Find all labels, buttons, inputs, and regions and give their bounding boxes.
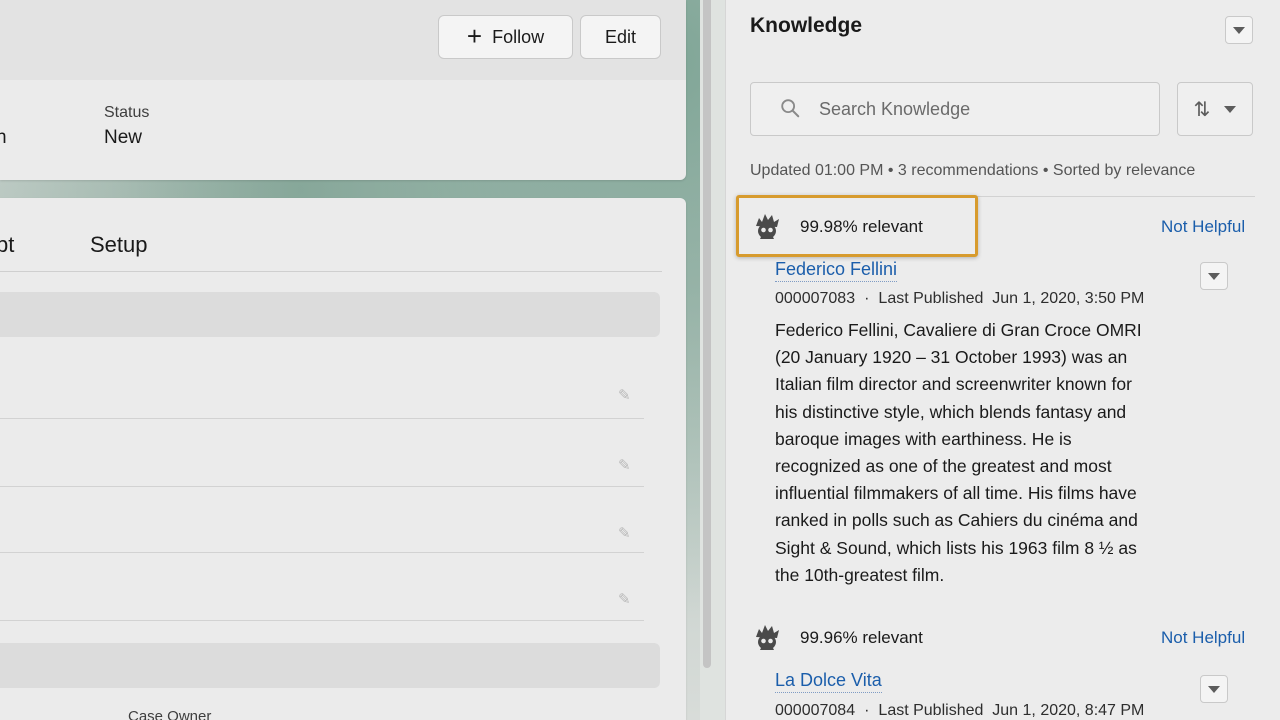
search-box[interactable] — [750, 82, 1160, 136]
sort-button[interactable]: ⇅ — [1177, 82, 1253, 136]
article-summary: Federico Fellini, Cavaliere di Gran Croc… — [775, 317, 1195, 589]
article-menu-button[interactable] — [1200, 675, 1228, 703]
published-label: Last Published — [878, 702, 984, 719]
edit-button[interactable]: Edit — [580, 15, 661, 59]
knowledge-menu-button[interactable] — [1225, 16, 1253, 44]
summary-line: Sight & Sound, which lists his 1963 film… — [775, 537, 1137, 558]
record-header: + Follow Edit n Status New — [0, 0, 686, 180]
einstein-bot-icon — [756, 214, 779, 239]
field-divider — [0, 552, 644, 553]
plus-icon: + — [466, 21, 483, 51]
article-menu-button[interactable] — [1200, 262, 1228, 290]
published-date: Jun 1, 2020, 8:47 PM — [992, 702, 1145, 719]
summary-line: Italian film director and screenwriter k… — [775, 374, 1132, 395]
relevance-score: 99.96% relevant — [800, 628, 923, 647]
follow-button[interactable]: + Follow — [438, 15, 573, 59]
edit-pencil-icon[interactable]: ✎ — [618, 524, 636, 542]
chevron-down-icon — [1224, 105, 1237, 113]
section-header[interactable] — [0, 292, 660, 337]
published-label: Last Published — [878, 290, 984, 307]
record-detail-card: pt Setup ✎ ✎ ✎ ✎ Case Owner — [0, 198, 686, 720]
field-divider — [0, 486, 644, 487]
article-number: 000007083 — [775, 290, 856, 307]
knowledge-panel: Knowledge ⇅ Updated 01:00 PM • 3 recomme… — [725, 0, 1280, 720]
field-divider — [0, 620, 644, 621]
summary-line: the 10th-greatest film. — [775, 564, 945, 585]
case-owner-label: Case Owner — [128, 708, 212, 720]
article-meta: 000007084 · Last Published Jun 1, 2020, 8:… — [775, 702, 1145, 719]
section-header[interactable] — [0, 643, 660, 688]
highlight-field-value-partial: n — [0, 127, 7, 148]
chevron-down-icon — [1208, 685, 1220, 693]
article-title-link[interactable]: Federico Fellini — [775, 259, 898, 282]
edit-pencil-icon[interactable]: ✎ — [618, 456, 636, 474]
not-helpful-link[interactable]: Not Helpful — [1161, 628, 1245, 648]
relevance-row: 99.96% relevant — [750, 608, 923, 668]
einstein-bot-icon — [756, 625, 779, 650]
summary-line: recognized as one of the greatest and mo… — [775, 456, 1112, 477]
edit-pencil-icon[interactable]: ✎ — [618, 386, 636, 404]
search-input[interactable] — [819, 83, 1149, 135]
panel-splitter[interactable] — [700, 0, 714, 720]
summary-line: Federico Fellini, Cavaliere di Gran Croc… — [775, 320, 1142, 340]
sort-arrows-icon: ⇅ — [1193, 98, 1211, 121]
follow-label: Follow — [492, 26, 545, 47]
summary-line: his distinctive style, which blends fant… — [775, 401, 1127, 422]
status-label: Status — [104, 104, 150, 121]
summary-line: influential filmmakers of all time. His … — [775, 483, 1137, 504]
record-area: + Follow Edit n Status New pt Setup ✎ ✎ … — [0, 0, 686, 720]
status-value: New — [104, 127, 143, 148]
edit-pencil-icon[interactable]: ✎ — [618, 590, 636, 608]
summary-line: baroque images with earthiness. He is — [775, 428, 1072, 449]
splitter-handle[interactable] — [703, 0, 711, 668]
relevance-row: 99.98% relevant — [750, 197, 923, 257]
not-helpful-link[interactable]: Not Helpful — [1161, 217, 1245, 237]
field-divider — [0, 418, 644, 419]
recommendations-meta: Updated 01:00 PM • 3 recommendations • S… — [750, 162, 1196, 179]
chevron-down-icon — [1233, 26, 1245, 34]
knowledge-title: Knowledge — [750, 14, 863, 37]
summary-line: ranked in polls such as Cahiers du ciném… — [775, 510, 1138, 531]
tab-partial[interactable]: pt — [0, 232, 14, 258]
chevron-down-icon — [1208, 272, 1220, 280]
tab-divider — [0, 271, 662, 272]
summary-line: (20 January 1920 – 31 October 1993) was … — [775, 347, 1128, 368]
article-number: 000007084 — [775, 702, 856, 719]
published-date: Jun 1, 2020, 3:50 PM — [992, 290, 1145, 307]
article-meta: 000007083 · Last Published Jun 1, 2020, 3:… — [775, 290, 1145, 307]
search-icon — [781, 99, 800, 118]
tab-setup[interactable]: Setup — [90, 232, 148, 258]
article-title-link[interactable]: La Dolce Vita — [775, 670, 882, 693]
relevance-score: 99.98% relevant — [800, 217, 923, 236]
